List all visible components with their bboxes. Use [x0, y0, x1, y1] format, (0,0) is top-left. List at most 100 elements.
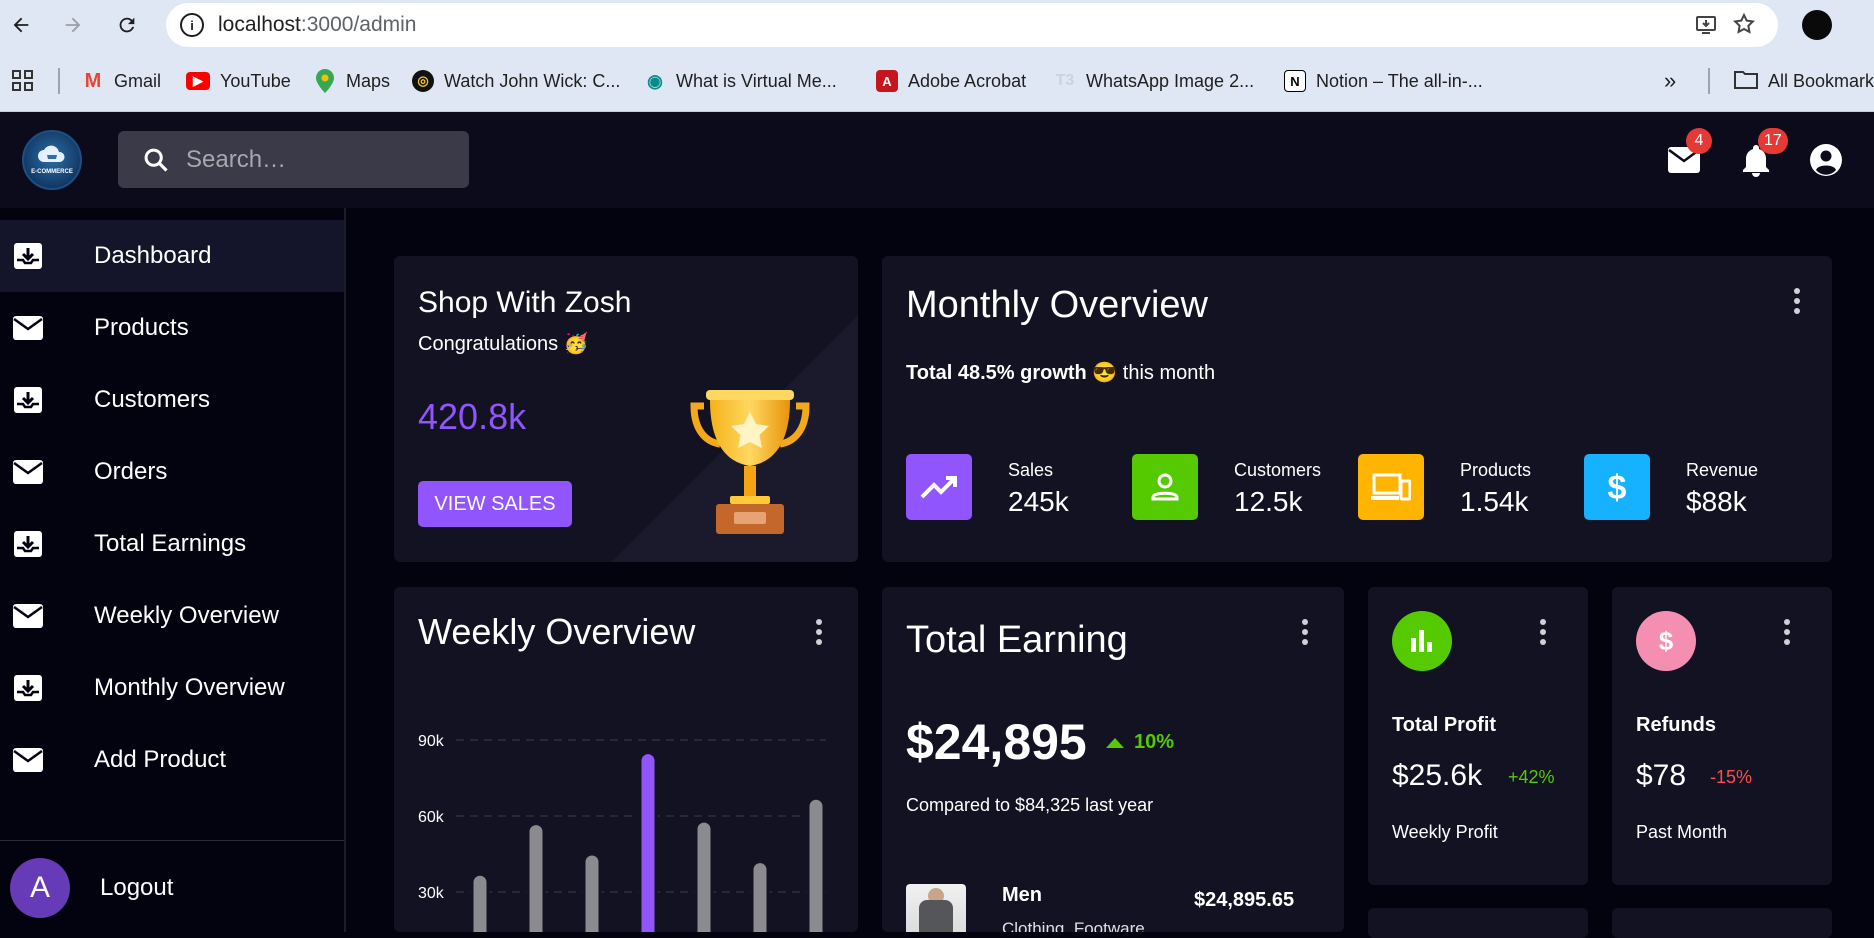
sidebar-item-label: Weekly Overview — [94, 602, 279, 629]
bookmark-maps[interactable]: Maps — [314, 66, 390, 96]
sidebar-item-label: Total Earnings — [94, 530, 247, 557]
bookmark-label: YouTube — [220, 70, 291, 91]
sidebar-item-label: Dashboard — [94, 242, 212, 269]
shop-sales-value: 420.8k — [418, 396, 527, 437]
site-info-icon[interactable]: i — [180, 13, 204, 37]
more-bookmarks-icon[interactable]: » — [1664, 66, 1676, 96]
bookmark-label: WhatsApp Image 2... — [1086, 70, 1255, 91]
bar-chart-icon — [1392, 611, 1452, 671]
browser-toolbar: i localhost:3000/admin — [0, 0, 1874, 50]
sidebar-item-orders[interactable]: Orders — [0, 436, 344, 508]
refunds-card: $ Refunds $78 -15% Past Month — [1612, 587, 1832, 885]
bookmark-acrobat[interactable]: A Adobe Acrobat — [876, 66, 1026, 96]
sidebar-item-weekly-overview[interactable]: Weekly Overview — [0, 580, 344, 652]
sidebar-item-customers[interactable]: Customers — [0, 364, 344, 436]
mail-button[interactable]: 4 — [1664, 128, 1712, 180]
notion-icon: N — [1284, 70, 1306, 92]
back-icon[interactable] — [6, 10, 36, 40]
earning-amount: $24,895 — [906, 714, 1087, 770]
earning-change: 10% — [1106, 731, 1174, 754]
bookmark-label: Notion – The all-in-... — [1316, 70, 1483, 91]
profit-value: $25.6k — [1392, 759, 1483, 792]
earning-compare: Compared to $84,325 last year — [906, 795, 1154, 815]
bookmark-label: What is Virtual Me... — [676, 70, 837, 91]
image-icon: T3 — [1055, 72, 1075, 89]
browser-profile-avatar[interactable] — [1802, 10, 1832, 40]
notifications-button[interactable]: 17 — [1736, 128, 1788, 180]
person-icon — [1132, 454, 1198, 520]
bookmark-watch[interactable]: ◎ Watch John Wick: C... — [412, 66, 620, 96]
profit-title: Total Profit — [1392, 714, 1497, 736]
view-sales-button[interactable]: VIEW SALES — [418, 481, 572, 527]
sidebar-item-products[interactable]: Products — [0, 292, 344, 364]
all-bookmarks[interactable]: All Bookmarks — [1734, 66, 1874, 96]
install-icon[interactable] — [1694, 13, 1718, 43]
sidebar-item-label: Orders — [94, 458, 168, 485]
monthly-growth: Total 48.5% growth 😎 this month — [906, 360, 1215, 385]
earning-category: Men — [1002, 884, 1042, 906]
bookmark-notion[interactable]: N Notion – The all-in-... — [1284, 66, 1483, 96]
next-card-peek — [1368, 908, 1588, 938]
trending-up-icon — [906, 454, 972, 520]
monthly-title: Monthly Overview — [906, 284, 1208, 326]
stat-value: 1.54k — [1460, 486, 1529, 517]
shop-card: Shop With Zosh Congratulations 🥳 420.8k … — [394, 256, 858, 562]
stat-label: Revenue — [1686, 460, 1759, 480]
sidebar-item-dashboard[interactable]: Dashboard — [0, 220, 344, 292]
total-earning-card: Total Earning $24,895 10% Compared to $8… — [882, 587, 1344, 932]
y-tick-label: 60k — [418, 809, 445, 826]
search-input[interactable]: Search… — [118, 131, 469, 188]
stat-value: 12.5k — [1234, 486, 1303, 517]
bookmark-star-icon[interactable] — [1732, 12, 1756, 42]
chart-bar — [638, 751, 658, 932]
shop-subtitle: Congratulations 🥳 — [418, 333, 589, 355]
more-vert-icon[interactable] — [1792, 288, 1802, 314]
sidebar-item-total-earnings[interactable]: Total Earnings — [0, 508, 344, 580]
account-button[interactable] — [1806, 140, 1846, 180]
chart-bar — [806, 796, 826, 932]
logout-label: Logout — [100, 874, 174, 901]
inbox-icon — [12, 673, 44, 703]
folder-icon — [1734, 69, 1758, 94]
bookmark-label: Watch John Wick: C... — [444, 70, 621, 91]
profit-footer: Weekly Profit — [1392, 822, 1498, 842]
arrow-up-icon — [1106, 737, 1124, 748]
mail-icon — [12, 745, 44, 775]
shop-title: Shop With Zosh — [418, 286, 632, 319]
trophy-icon — [690, 390, 810, 534]
weekly-bar-chart: 90k 60k 30k — [418, 733, 826, 932]
more-vert-icon[interactable] — [1538, 619, 1548, 645]
profit-change: +42% — [1508, 767, 1555, 787]
acrobat-icon: A — [876, 70, 898, 92]
gmail-icon: M — [84, 69, 102, 92]
more-vert-icon[interactable] — [1300, 619, 1310, 645]
logout-button[interactable]: A Logout — [10, 856, 340, 920]
sidebar-item-monthly-overview[interactable]: Monthly Overview — [0, 652, 344, 724]
inbox-icon — [12, 529, 44, 559]
bookmark-whatsapp-image[interactable]: T3 WhatsApp Image 2... — [1054, 66, 1254, 96]
bookmark-gmail[interactable]: M Gmail — [82, 66, 161, 96]
stat-revenue: $ Revenue $88k — [1584, 454, 1794, 524]
brand-logo[interactable]: E-COMMERCE — [22, 130, 82, 190]
mail-icon — [12, 457, 44, 487]
forward-icon[interactable] — [58, 10, 88, 40]
app-header: E-COMMERCE Search… 4 17 — [0, 112, 1874, 208]
bookmarks-bar: M Gmail ▶ YouTube Maps ◎ Watch John Wick: C… — [0, 50, 1874, 112]
apps-grid-icon[interactable] — [12, 70, 34, 97]
bookmark-virtual[interactable]: ◉ What is Virtual Me... — [644, 66, 837, 96]
reload-icon[interactable] — [112, 10, 142, 40]
weekly-overview-card: Weekly Overview 90k 60k 30k — [394, 587, 858, 932]
sidebar-item-add-product[interactable]: Add Product — [0, 724, 344, 796]
more-vert-icon[interactable] — [1782, 619, 1792, 645]
earning-title: Total Earning — [906, 619, 1128, 661]
chart-bar — [470, 872, 490, 932]
youtube-icon: ▶ — [186, 72, 210, 90]
account-circle-icon — [1810, 144, 1842, 176]
address-bar[interactable]: i localhost:3000/admin — [166, 3, 1778, 47]
refunds-footer: Past Month — [1636, 822, 1728, 842]
stat-label: Customers — [1234, 460, 1322, 480]
bookmark-youtube[interactable]: ▶ YouTube — [186, 66, 291, 96]
inbox-icon — [12, 385, 44, 415]
svg-text:$: $ — [1608, 469, 1627, 505]
stat-label: Sales — [1008, 460, 1054, 480]
